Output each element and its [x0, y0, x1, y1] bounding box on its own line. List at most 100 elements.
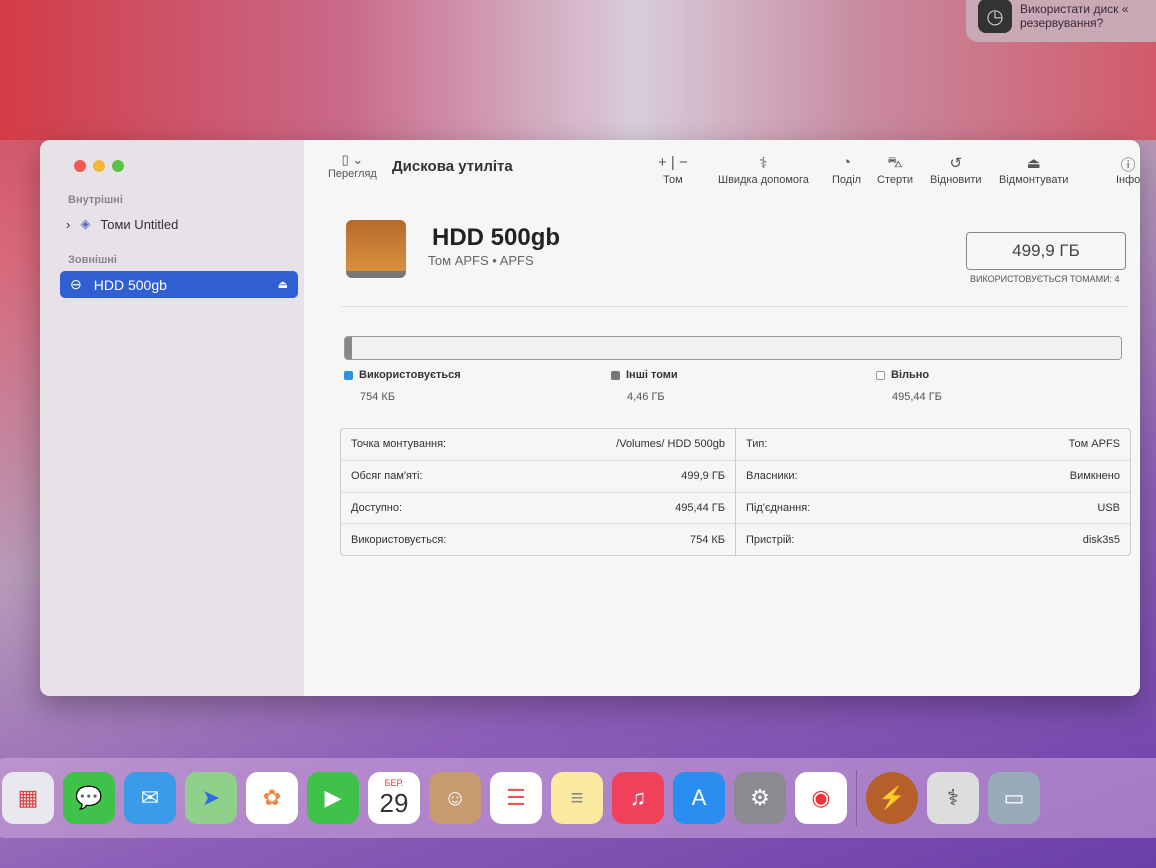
music-icon[interactable]: ♫ [612, 772, 664, 824]
view-button[interactable]: ▯ ⌄ Перегляд [328, 152, 377, 180]
erase-icon: ⛍ [887, 154, 903, 171]
drive-icon: ⊖ [70, 276, 82, 292]
info-button[interactable]: ⓘ Інфо [1116, 154, 1140, 186]
info-row: Тип: Том APFS [736, 429, 1130, 461]
time-machine-icon: ◷ [978, 0, 1012, 33]
disk-subtitle: Том APFS • APFS [428, 253, 534, 268]
info-value: 499,9 ГБ [681, 470, 725, 483]
legend-free: Вільно 495,44 ГБ [876, 369, 942, 403]
partition-button[interactable]: ◔ Поділ [832, 154, 861, 186]
info-value: Вимкнено [1069, 470, 1120, 483]
erase-button[interactable]: ⛍ Стерти [877, 154, 913, 186]
info-value: USB [1097, 501, 1120, 514]
facetime-icon[interactable]: ▶ [307, 772, 359, 824]
info-row: Власники: Вимкнено [736, 461, 1130, 493]
window-controls [74, 160, 124, 172]
info-table: Точка монтування: /Volumes/ HDD 500gb Обс… [340, 428, 1131, 556]
info-row: Доступно: 495,44 ГБ [341, 493, 735, 525]
preview-icon[interactable]: ▭ [988, 772, 1040, 824]
volume-button[interactable]: + | − Том [658, 154, 688, 186]
other-swatch [611, 370, 620, 380]
pie-icon: ◔ [842, 154, 852, 171]
notification[interactable]: ◷ Використати диск «резервування? [966, 0, 1156, 42]
notification-line2: резервування? [1020, 16, 1104, 30]
messages-icon[interactable]: 💬 [63, 772, 115, 824]
chevron-right-icon[interactable]: › [66, 217, 70, 232]
calendar-month: БЕР. [384, 777, 404, 788]
sidebar: Внутрішні › ◈ Томи Untitled Зовнішні ⊖ H… [40, 140, 304, 696]
sidebar-toggle-icon: ▯ ⌄ [341, 152, 364, 167]
free-swatch [876, 370, 885, 380]
view-label: Перегляд [328, 168, 377, 180]
system-settings-icon[interactable]: ⚙ [734, 772, 786, 824]
disk-name: HDD 500gb [432, 224, 561, 251]
main-panel: ▯ ⌄ Перегляд Дискова утиліта + | − Том ⚕ Ш… [304, 140, 1140, 696]
unmount-icon: ⏏ [1026, 155, 1041, 172]
calendar-day: 29 [379, 787, 409, 818]
info-key: Використовується: [351, 533, 447, 546]
restore-button[interactable]: ↺ Відновити [930, 154, 982, 186]
app-store-icon[interactable]: A [673, 772, 725, 824]
eject-icon[interactable]: ⏏ [278, 278, 288, 291]
chrome-icon[interactable]: ◉ [795, 772, 847, 824]
dock: ▦ 💬 ✉ ➤ ✿ ▶ БЕР. 29 ☺ ☰ ≡ ♫ A ⚙ ◉ ⚡ ⚕ ▭ [0, 758, 1156, 838]
tool-label: Том [663, 174, 683, 186]
info-key: Точка монтування: [351, 438, 447, 451]
usage-bar-fill [345, 337, 352, 359]
maps-icon[interactable]: ➤ [185, 772, 237, 824]
legend-value: 4,46 ГБ [627, 391, 665, 403]
section-internal: Внутрішні [68, 194, 123, 206]
launchpad-icon[interactable]: ▦ [2, 772, 54, 824]
disk-utility-icon[interactable]: ⚕ [927, 772, 979, 824]
info-value: 754 КБ [689, 533, 725, 546]
used-swatch [344, 370, 353, 380]
tool-label: Відновити [930, 174, 982, 186]
legend-other: Інші томи 4,46 ГБ [611, 369, 678, 403]
info-row: Пристрій: disk3s5 [736, 524, 1130, 555]
capacity-label: ВИКОРИСТОВУЄТЬСЯ ТОМАМИ: 4 [970, 274, 1120, 284]
photos-icon[interactable]: ✿ [246, 772, 298, 824]
external-drive-icon [346, 220, 406, 278]
layers-icon: ◈ [80, 216, 91, 231]
restore-icon: ↺ [949, 155, 963, 172]
tool-label: Поділ [832, 174, 862, 186]
legend-used: Використовується 754 КБ [344, 369, 461, 403]
power-app-icon[interactable]: ⚡ [866, 772, 918, 824]
tool-label: Стерти [877, 174, 914, 186]
reminders-icon[interactable]: ☰ [490, 772, 542, 824]
info-row: Обсяг пам'яті: 499,9 ГБ [341, 461, 735, 493]
notes-icon[interactable]: ≡ [551, 772, 603, 824]
calendar-icon[interactable]: БЕР. 29 [368, 772, 420, 824]
contacts-icon[interactable]: ☺ [429, 772, 481, 824]
section-external: Зовнішні [68, 254, 117, 266]
info-value: /Volumes/ HDD 500gb [616, 438, 725, 451]
legend-value: 754 КБ [360, 391, 396, 403]
info-key: Під'єднання: [746, 501, 811, 514]
zoom-button[interactable] [112, 160, 124, 172]
stethoscope-icon: ⚕ [759, 155, 768, 172]
info-key: Власники: [746, 470, 798, 483]
sidebar-item-untitled[interactable]: › ◈ Томи Untitled [66, 216, 178, 232]
minimize-button[interactable] [93, 160, 105, 172]
unmount-button[interactable]: ⏏ Відмонтувати [999, 154, 1068, 186]
sidebar-item-hdd[interactable]: ⊖ HDD 500gb ⏏ [60, 271, 298, 298]
plus-minus-icon: + | − [658, 154, 688, 171]
info-key: Пристрій: [746, 533, 795, 546]
info-key: Доступно: [351, 501, 403, 514]
first-aid-button[interactable]: ⚕ Швидка допомога [718, 154, 809, 186]
notification-line1: Використати диск « [1020, 2, 1129, 16]
info-key: Обсяг пам'яті: [351, 470, 423, 483]
mail-icon[interactable]: ✉ [124, 772, 176, 824]
info-row: Точка монтування: /Volumes/ HDD 500gb [341, 429, 735, 461]
sidebar-item-label: HDD 500gb [93, 276, 167, 293]
info-icon: ⓘ [1120, 157, 1136, 174]
divider [342, 306, 1128, 307]
close-button[interactable] [74, 160, 86, 172]
legend-label: Інші томи [626, 369, 678, 381]
capacity-box: 499,9 ГБ [966, 232, 1126, 270]
info-value: disk3s5 [1082, 533, 1120, 546]
info-value: 495,44 ГБ [675, 501, 725, 514]
usage-bar [344, 336, 1122, 360]
info-row: Під'єднання: USB [736, 493, 1130, 525]
legend-label: Вільно [891, 369, 930, 381]
